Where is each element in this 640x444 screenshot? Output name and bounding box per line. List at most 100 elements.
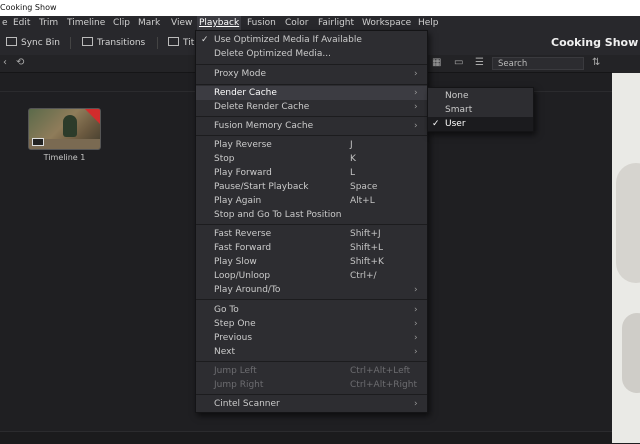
menu-clip[interactable]: Clip (111, 16, 132, 31)
menu-item-label: Use Optimized Media If Available (214, 35, 362, 45)
submenu-item-smart[interactable]: Smart (428, 103, 533, 117)
menu-item-shortcut: Shift+K (350, 257, 384, 267)
menu-timeline[interactable]: Timeline (65, 16, 107, 31)
menu-item-fusion-memory-cache[interactable]: Fusion Memory Cache › (196, 119, 427, 133)
menu-item-delete-optimized-media[interactable]: Delete Optimized Media... (196, 47, 427, 61)
chevron-left-icon[interactable]: ‹ (3, 56, 7, 70)
chevron-right-icon: › (414, 319, 418, 329)
chevron-right-icon: › (414, 121, 418, 131)
menu-divider (196, 84, 427, 85)
menu-item-label: Stop and Go To Last Position (214, 210, 342, 220)
menu-item-play-around-to[interactable]: Play Around/To › (196, 283, 427, 297)
menu-item-proxy-mode[interactable]: Proxy Mode › (196, 67, 427, 81)
menu-help[interactable]: Help (416, 16, 441, 31)
menu-item-stop-go-last-position[interactable]: Stop and Go To Last Position (196, 208, 427, 222)
menu-item-pause-start-playback[interactable]: Pause/Start Playback Space (196, 180, 427, 194)
menu-item-play-reverse[interactable]: Play Reverse J (196, 138, 427, 152)
menu-item-label: Fast Reverse (214, 229, 272, 239)
timeline-clip-thumbnail[interactable] (28, 108, 101, 150)
menu-workspace[interactable]: Workspace (360, 16, 413, 31)
sync-bin-icon (6, 37, 17, 46)
viewer-image (616, 163, 640, 283)
render-cache-submenu: None Smart ✓ User (427, 87, 534, 132)
menu-color[interactable]: Color (283, 16, 311, 31)
viewer-panel (612, 73, 640, 443)
viewer-image (622, 313, 640, 393)
menu-item-stop[interactable]: Stop K (196, 152, 427, 166)
menu-item-fast-reverse[interactable]: Fast Reverse Shift+J (196, 227, 427, 241)
menu-item-previous[interactable]: Previous › (196, 331, 427, 345)
menu-item-fast-forward[interactable]: Fast Forward Shift+L (196, 241, 427, 255)
menu-item-loop-unloop[interactable]: Loop/Unloop Ctrl+/ (196, 269, 427, 283)
menu-item-next[interactable]: Next › (196, 345, 427, 359)
menu-view[interactable]: View (169, 16, 194, 31)
menu-item-label: Delete Optimized Media... (214, 49, 331, 59)
menu-item-render-cache[interactable]: Render Cache › (196, 86, 427, 100)
chevron-right-icon: › (414, 333, 418, 343)
sort-icon[interactable]: ⇅ (592, 56, 600, 70)
submenu-item-none[interactable]: None (428, 89, 533, 103)
chevron-right-icon: › (414, 285, 418, 295)
menu-item-cintel-scanner[interactable]: Cintel Scanner › (196, 397, 427, 411)
menu-item-label: Loop/Unloop (214, 271, 271, 281)
menu-item-shortcut: K (350, 154, 356, 164)
menu-item-delete-render-cache[interactable]: Delete Render Cache › (196, 100, 427, 114)
sync-bin-button[interactable]: Sync Bin (6, 35, 60, 51)
menu-divider (196, 116, 427, 117)
menu-item-label: Go To (214, 305, 239, 315)
menu-item-jump-right: Jump Right Ctrl+Alt+Right (196, 378, 427, 392)
transitions-button[interactable]: Transitions (82, 35, 145, 51)
bottom-toolbar (0, 431, 612, 444)
menu-fairlight[interactable]: Fairlight (316, 16, 356, 31)
menu-item-shortcut: Ctrl+Alt+Right (350, 380, 417, 390)
transitions-label: Transitions (97, 38, 146, 48)
menu-trim[interactable]: Trim (37, 16, 60, 31)
menu-item-play-slow[interactable]: Play Slow Shift+K (196, 255, 427, 269)
menu-mark[interactable]: Mark (136, 16, 162, 31)
titles-button[interactable]: Tit (168, 35, 194, 51)
menu-item-label: Fast Forward (214, 243, 272, 253)
menu-item-label: Next (214, 347, 235, 357)
menu-item-label: Render Cache (214, 88, 277, 98)
menu-item-shortcut: Ctrl+Alt+Left (350, 366, 411, 376)
menu-item-step-one[interactable]: Step One › (196, 317, 427, 331)
menu-item-label: Play Around/To (214, 285, 281, 295)
menu-item-label: Fusion Memory Cache (214, 121, 314, 131)
clip-flag-icon (85, 109, 100, 124)
menu-file[interactable]: e (0, 16, 10, 31)
menu-fusion[interactable]: Fusion (245, 16, 278, 31)
menu-item-label: Stop (214, 154, 235, 164)
submenu-item-user[interactable]: ✓ User (428, 117, 533, 131)
menu-playback[interactable]: Playback (197, 16, 242, 31)
sync-bin-label: Sync Bin (21, 38, 60, 48)
menu-item-shortcut: Space (350, 182, 378, 192)
metadata-view-icon[interactable]: ☰ (475, 56, 484, 70)
menu-divider (196, 135, 427, 136)
menu-item-shortcut: Shift+J (350, 229, 381, 239)
clip-label: Timeline 1 (43, 153, 86, 162)
search-input[interactable]: Search (492, 57, 584, 70)
submenu-item-label: Smart (445, 105, 473, 115)
menu-item-play-forward[interactable]: Play Forward L (196, 166, 427, 180)
menu-item-shortcut: Alt+L (350, 196, 375, 206)
submenu-item-label: User (445, 119, 466, 129)
chevron-right-icon: › (414, 399, 418, 409)
menu-item-shortcut: L (350, 168, 356, 178)
thumbnail-figure (63, 115, 77, 137)
menu-divider (196, 224, 427, 225)
toolbar-divider (157, 37, 158, 49)
playback-menu: ✓ Use Optimized Media If Available Delet… (195, 30, 428, 413)
menu-item-go-to[interactable]: Go To › (196, 303, 427, 317)
transitions-icon (82, 37, 93, 46)
project-title: Cooking Show (551, 36, 639, 49)
menu-edit[interactable]: Edit (11, 16, 32, 31)
sync-icon[interactable]: ⟲ (16, 56, 24, 70)
timeline-badge-icon (32, 138, 44, 146)
menu-item-play-again[interactable]: Play Again Alt+L (196, 194, 427, 208)
list-view-icon[interactable]: ▭ (454, 56, 463, 70)
grid-view-icon[interactable]: ▦ (432, 56, 441, 70)
menu-divider (196, 299, 427, 300)
chevron-right-icon: › (414, 102, 418, 112)
viewer-header (612, 55, 640, 73)
menu-item-use-optimized-media[interactable]: ✓ Use Optimized Media If Available (196, 33, 427, 47)
